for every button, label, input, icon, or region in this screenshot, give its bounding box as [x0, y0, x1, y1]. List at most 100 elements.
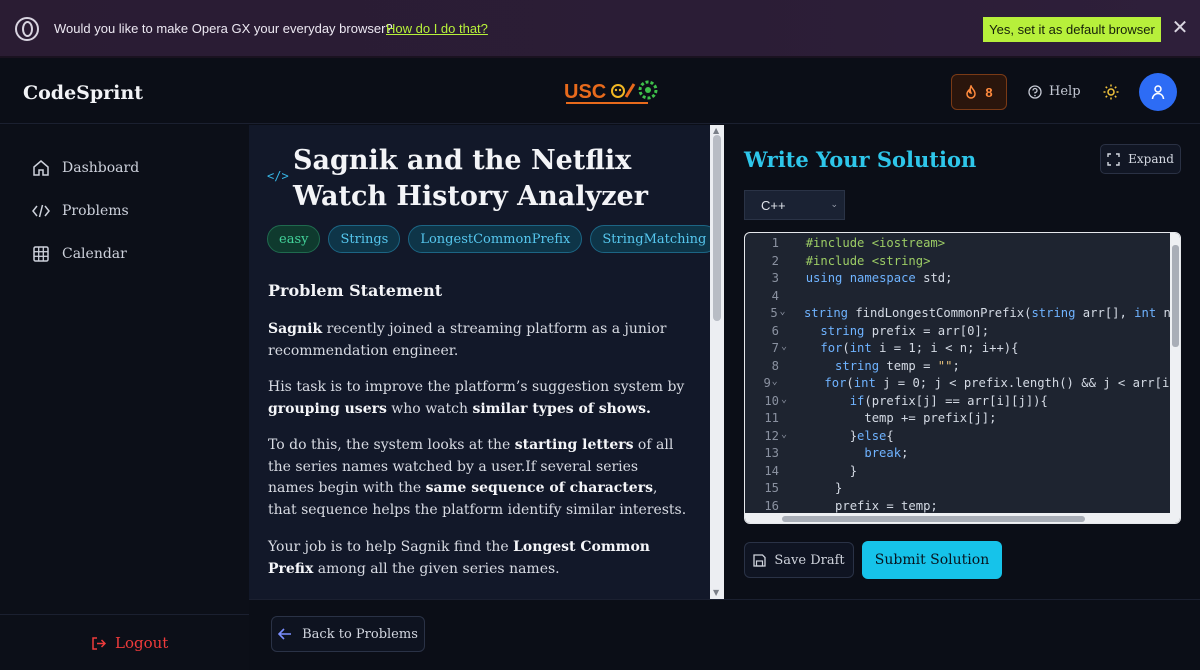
problem-tags: easy Strings LongestCommonPrefix StringM… — [267, 225, 710, 253]
set-default-browser-button[interactable]: Yes, set it as default browser — [983, 17, 1161, 42]
brand-name[interactable]: CodeSprint — [23, 82, 143, 104]
topic-tag: LongestCommonPrefix — [408, 225, 583, 253]
line-number: 9 — [763, 376, 771, 390]
bold-text: Sagnik — [268, 321, 323, 337]
scrollbar-thumb[interactable] — [782, 516, 1085, 522]
code-line[interactable]: 7 ⌄ for(int i = 1; i < n; i++){ — [745, 341, 1170, 359]
logout-button[interactable]: Logout — [91, 634, 168, 652]
fold-chevron-icon — [779, 289, 789, 307]
opera-logo-icon — [15, 17, 39, 41]
sidebar-item-label: Calendar — [62, 246, 127, 262]
problem-panel: </> Sagnik and the Netflix Watch History… — [249, 125, 710, 599]
code-line[interactable]: 2 #include <string> — [745, 254, 1170, 272]
community-logo-icon: USC — [564, 80, 658, 104]
line-number: 13 — [764, 446, 779, 460]
line-number: 8 — [771, 358, 779, 373]
fold-chevron-icon — [779, 446, 789, 464]
user-avatar-button[interactable] — [1139, 73, 1177, 111]
line-number: 5 — [770, 306, 778, 320]
fold-chevron-icon — [779, 254, 789, 272]
bold-text: similar types of shows. — [472, 400, 651, 417]
help-label: Help — [1049, 84, 1081, 99]
code-text: } — [791, 463, 858, 478]
sidebar-item-dashboard[interactable]: Dashboard — [32, 159, 139, 177]
line-number: 14 — [764, 463, 779, 478]
home-icon — [33, 160, 49, 176]
scrollbar-thumb[interactable] — [713, 135, 721, 321]
sidebar-item-calendar[interactable]: Calendar — [32, 245, 127, 263]
help-button[interactable]: Help — [1028, 84, 1081, 99]
scroll-down-arrow-icon[interactable]: ▼ — [713, 588, 719, 597]
problem-paragraph-4: Your job is to help Sagnik find the Long… — [268, 537, 688, 580]
topic-tag: Strings — [328, 225, 401, 253]
code-line[interactable]: 5 ⌄ string findLongestCommonPrefix(string… — [745, 306, 1170, 324]
line-number: 7 — [771, 341, 779, 355]
sidebar-item-problems[interactable]: Problems — [32, 202, 129, 220]
banner-close-icon[interactable]: ✕ — [1170, 18, 1190, 38]
code-line[interactable]: 9 ⌄ for(int j = 0; j < prefix.length() &&… — [745, 376, 1170, 394]
scrollbar-thumb[interactable] — [1172, 245, 1179, 347]
code-text: #include <iostream> — [805, 236, 946, 250]
code-line[interactable]: 12 ⌄ }else{ — [745, 429, 1170, 447]
back-to-problems-button[interactable]: Back to Problems — [271, 616, 425, 652]
problem-paragraph-1: Sagnik recently joined a streaming platf… — [268, 319, 688, 362]
code-line[interactable]: 10 ⌄ if(prefix[j] == arr[i][j]){ — [745, 394, 1170, 412]
code-icon — [32, 204, 50, 218]
sidebar-divider — [0, 614, 249, 615]
logout-label: Logout — [115, 634, 169, 652]
fold-chevron-icon[interactable]: ⌄ — [778, 306, 788, 324]
code-text: break; — [864, 446, 909, 460]
line-number: 12 — [764, 428, 779, 443]
sidebar: Dashboard Problems Calendar Logout — [0, 125, 249, 670]
fold-chevron-icon[interactable]: ⌄ — [779, 341, 789, 359]
problem-paragraph-3: To do this, the system looks at the star… — [268, 435, 688, 521]
code-line[interactable]: 8 string temp = ""; — [745, 359, 1170, 377]
code-line[interactable]: 14 } — [745, 464, 1170, 482]
problem-paragraph-2: His task is to improve the platform’s su… — [268, 377, 688, 420]
code-line[interactable]: 6 string prefix = arr[0]; — [745, 324, 1170, 342]
app-header: CodeSprint USC 8 Help — [0, 60, 1200, 124]
code-line[interactable]: 1 #include <iostream> — [745, 236, 1170, 254]
submit-solution-button[interactable]: Submit Solution — [862, 541, 1002, 579]
code-line[interactable]: 11 temp += prefix[j]; — [745, 411, 1170, 429]
fold-chevron-icon — [779, 324, 789, 342]
save-draft-label: Save Draft — [774, 552, 845, 568]
code-line[interactable]: 4 — [745, 289, 1170, 307]
scroll-up-arrow-icon[interactable]: ▲ — [713, 126, 719, 135]
opera-default-browser-banner: Would you like to make Opera GX your eve… — [0, 0, 1200, 58]
problem-scrollbar[interactable]: ▲ ▼ — [710, 125, 724, 599]
fold-chevron-icon — [779, 481, 789, 499]
streak-counter[interactable]: 8 — [951, 74, 1007, 110]
topic-tag: StringMatching — [590, 225, 710, 253]
code-line[interactable]: 13 break; — [745, 446, 1170, 464]
code-editor[interactable]: 1 #include <iostream> 2 #include <string>… — [744, 232, 1181, 524]
text: To do this, the system looks at the — [268, 437, 515, 453]
sun-icon[interactable] — [1103, 84, 1119, 100]
expand-button[interactable]: Expand — [1100, 144, 1181, 174]
fold-chevron-icon[interactable]: ⌄ — [779, 429, 789, 447]
save-draft-button[interactable]: Save Draft — [744, 542, 854, 578]
text: who watch — [386, 400, 473, 417]
fold-chevron-icon — [779, 464, 789, 482]
editor-vertical-scrollbar[interactable] — [1170, 233, 1180, 515]
line-number: 4 — [771, 288, 779, 303]
language-select[interactable]: C++ ⌄ — [744, 190, 845, 220]
fold-chevron-icon[interactable]: ⌄ — [771, 376, 779, 394]
code-line[interactable]: 3 using namespace std; — [745, 271, 1170, 289]
expand-icon — [1107, 152, 1120, 166]
code-text: }else{ — [791, 428, 894, 443]
help-circle-icon — [1028, 84, 1042, 99]
expand-label: Expand — [1128, 152, 1174, 166]
editor-horizontal-scrollbar[interactable] — [745, 513, 1180, 523]
code-text: for(int i = 1; i < n; i++){ — [820, 341, 1019, 355]
problem-title: Sagnik and the Netflix Watch History Ana… — [293, 145, 648, 212]
bold-text: grouping users — [268, 400, 387, 417]
fold-chevron-icon[interactable]: ⌄ — [779, 394, 789, 412]
code-text: temp += prefix[j]; — [791, 411, 997, 425]
banner-how-to-link[interactable]: How do I do that? — [386, 21, 488, 36]
user-icon — [1151, 85, 1165, 100]
line-number: 3 — [771, 271, 779, 285]
code-line[interactable]: 15 } — [745, 481, 1170, 499]
code-text: using namespace std; — [805, 271, 953, 285]
